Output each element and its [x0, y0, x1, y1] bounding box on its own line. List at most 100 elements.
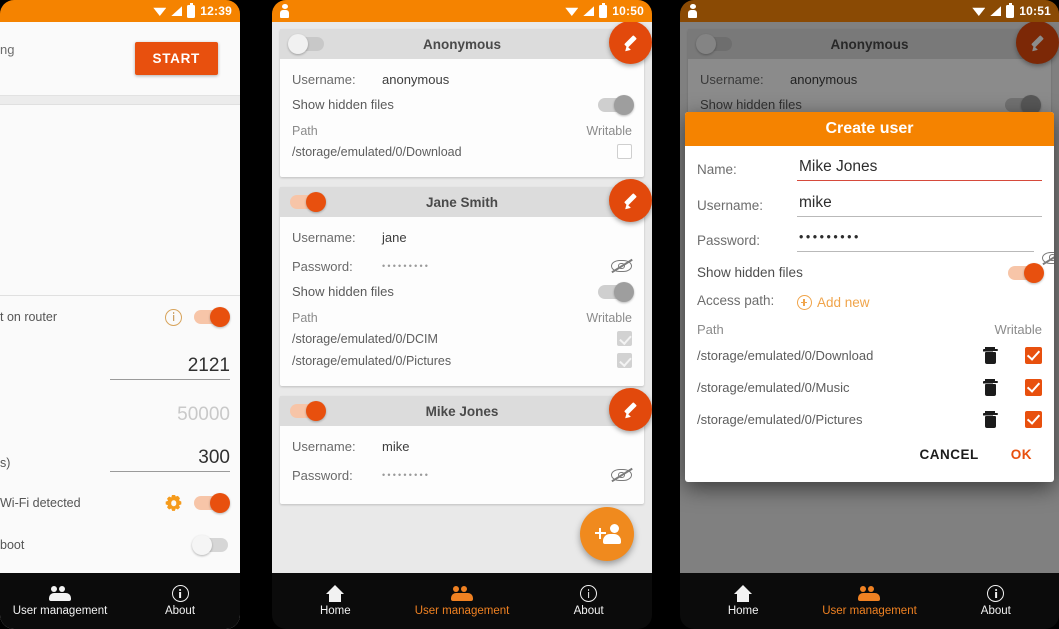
- add-user-button[interactable]: [580, 507, 634, 561]
- user-enabled-toggle[interactable]: [290, 401, 326, 421]
- nav-label: User management: [822, 605, 917, 618]
- name-input[interactable]: Mike Jones: [797, 158, 1042, 181]
- path-row: /storage/emulated/0/DCIM: [292, 331, 632, 346]
- password-value: •••••••••: [382, 470, 431, 480]
- username-label: Username:: [292, 438, 356, 454]
- password-row: Password: •••••••••: [292, 255, 633, 277]
- info-icon: [171, 585, 189, 603]
- signal-icon: [171, 6, 183, 16]
- path-table-header: Path Writable: [292, 124, 632, 138]
- start-button[interactable]: START: [134, 42, 218, 75]
- bottom-nav-left: User management About: [0, 573, 240, 629]
- writable-checkbox[interactable]: [617, 144, 632, 159]
- trash-icon[interactable]: [982, 347, 998, 364]
- show-hidden-toggle[interactable]: [598, 94, 634, 115]
- nav-item-about[interactable]: About: [933, 584, 1059, 618]
- nav-item-user-management[interactable]: User management: [399, 584, 526, 618]
- add-person-icon: [594, 523, 621, 545]
- writable-checkbox[interactable]: [617, 331, 632, 346]
- writable-checkbox[interactable]: [1025, 379, 1042, 396]
- info-icon: [987, 585, 1005, 603]
- edit-user-button[interactable]: [609, 22, 652, 64]
- path-table-header: Path Writable: [292, 311, 632, 325]
- path-header-label: Path: [292, 311, 318, 325]
- writable-checkbox[interactable]: [1025, 347, 1042, 364]
- show-hidden-toggle[interactable]: [1008, 262, 1044, 283]
- setting-port-on-router[interactable]: t on router: [0, 296, 240, 338]
- path-header-label: Path: [697, 322, 724, 337]
- timeout-field-row[interactable]: s) 300: [0, 430, 240, 476]
- username-label: Username:: [697, 198, 764, 213]
- dialog-actions: CANCEL OK: [697, 443, 1042, 474]
- ok-button[interactable]: OK: [1011, 447, 1032, 462]
- username-row: Username: anonymous: [292, 68, 632, 90]
- user-card-anonymous: Anonymous Username: anonymous Show hidde…: [280, 22, 652, 177]
- port-placeholder[interactable]: 50000: [110, 404, 230, 426]
- trash-icon[interactable]: [982, 379, 998, 396]
- battery-icon: [1006, 2, 1015, 18]
- writable-checkbox[interactable]: [617, 353, 632, 368]
- nav-item-about[interactable]: About: [120, 584, 240, 618]
- trash-icon[interactable]: [982, 411, 998, 428]
- pencil-icon: [621, 33, 640, 52]
- port-value[interactable]: 2121: [110, 355, 230, 380]
- nav-item-about[interactable]: About: [525, 584, 652, 618]
- wifi-icon: [565, 7, 579, 16]
- gear-icon[interactable]: [165, 495, 182, 512]
- edit-user-button[interactable]: [609, 388, 652, 431]
- password-input[interactable]: •••••••••: [797, 230, 1034, 252]
- signal-icon: [990, 6, 1002, 16]
- show-hidden-label: Show hidden files: [292, 284, 394, 299]
- writable-header-label: Writable: [586, 124, 632, 138]
- user-card-title: Mike Jones: [425, 403, 499, 419]
- show-hidden-row[interactable]: Show hidden files: [292, 94, 634, 115]
- user-enabled-toggle[interactable]: [288, 34, 324, 54]
- nav-item-home[interactable]: Home: [680, 584, 806, 618]
- show-hidden-row[interactable]: Show hidden files: [292, 281, 634, 302]
- user-enabled-toggle[interactable]: [290, 192, 326, 212]
- status-time: 12:39: [200, 4, 232, 18]
- timeout-value[interactable]: 300: [110, 447, 230, 472]
- on-boot-toggle[interactable]: [192, 535, 228, 555]
- signal-icon: [583, 6, 595, 16]
- password-value: •••••••••: [382, 261, 431, 271]
- port-placeholder-row[interactable]: 50000: [0, 384, 240, 430]
- cancel-button[interactable]: CANCEL: [920, 447, 979, 462]
- username-value: jane: [382, 229, 407, 245]
- writable-header-label: Writable: [994, 322, 1042, 337]
- wifi-detected-label: Wi-Fi detected: [0, 496, 81, 510]
- home-icon: [733, 585, 753, 603]
- server-status-label: ng: [0, 42, 15, 57]
- path-table-header: Path Writable: [697, 322, 1042, 337]
- nav-item-home[interactable]: Home: [272, 584, 399, 618]
- eye-off-icon[interactable]: [611, 258, 633, 274]
- status-time: 10:51: [1019, 4, 1051, 18]
- wifi-detected-toggle[interactable]: [194, 493, 230, 513]
- nav-label: User management: [414, 605, 510, 618]
- info-circle-icon[interactable]: [165, 308, 182, 326]
- writable-checkbox[interactable]: [1025, 411, 1042, 428]
- user-card-jane-smith: Jane Smith Username: jane Password: ••••…: [280, 179, 652, 386]
- dialog-title: Create user: [685, 112, 1054, 146]
- people-icon: [451, 586, 473, 602]
- nav-item-user-management[interactable]: User management: [806, 584, 932, 618]
- show-hidden-label: Show hidden files: [292, 97, 394, 112]
- password-label: Password:: [292, 258, 353, 274]
- show-hidden-toggle[interactable]: [598, 281, 634, 302]
- add-new-path-button[interactable]: Add new: [797, 295, 870, 310]
- add-new-label: Add new: [817, 295, 870, 310]
- port-on-router-toggle[interactable]: [194, 307, 230, 327]
- name-field-row: Name: Mike Jones: [697, 158, 1042, 181]
- username-input[interactable]: mike: [797, 194, 1042, 217]
- server-status-card: ng START: [0, 22, 240, 96]
- setting-on-boot[interactable]: boot: [0, 524, 240, 566]
- port-field-row[interactable]: 2121: [0, 338, 240, 384]
- server-info-card: [0, 104, 240, 296]
- setting-wifi-detected[interactable]: Wi-Fi detected: [0, 482, 240, 524]
- eye-off-icon[interactable]: [611, 467, 633, 483]
- nav-item-user-management[interactable]: User management: [0, 584, 120, 618]
- user-card-mike-jones: Mike Jones Username: mike Password: ••••…: [280, 388, 652, 504]
- edit-user-button[interactable]: [609, 179, 652, 222]
- show-hidden-row[interactable]: Show hidden files: [697, 262, 1044, 283]
- phone-panel-right: 10:51 Anonymous Username: anonymous Show…: [680, 0, 1059, 629]
